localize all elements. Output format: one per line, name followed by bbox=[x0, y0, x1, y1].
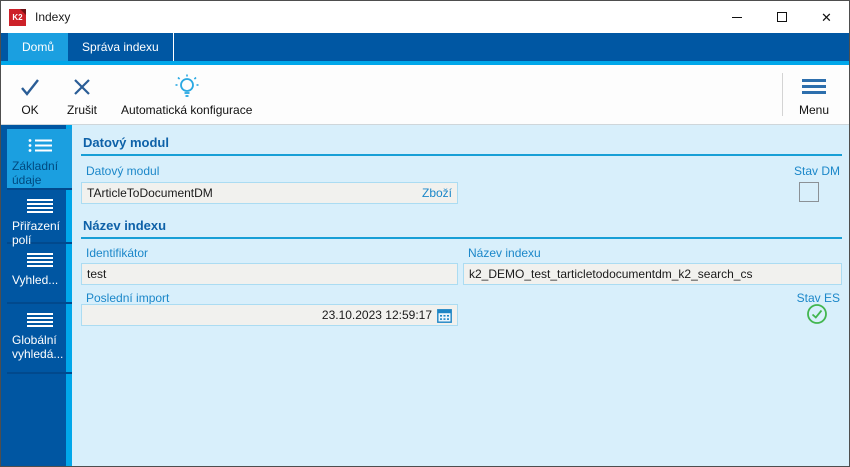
identifikator-value: test bbox=[87, 267, 107, 281]
sidebar-item-label: Přiřazení polí bbox=[12, 219, 61, 247]
toolbar: OK Zrušit Automatická konfigurace Menu bbox=[1, 65, 849, 125]
minimize-icon bbox=[731, 16, 742, 18]
sidebar-item-vyhledavani[interactable]: Vyhled... bbox=[7, 244, 72, 304]
datovy-modul-label: Datový modul bbox=[86, 164, 160, 178]
sidebar-item-label: Vyhled... bbox=[12, 273, 59, 287]
app-window: K2 Indexy ✕ Domů Správa indexu OK Zrušit bbox=[0, 0, 850, 467]
list-lines-icon bbox=[10, 199, 69, 213]
k2-logo-icon: K2 bbox=[9, 8, 26, 26]
list-lines-icon bbox=[10, 253, 69, 267]
tab-domu[interactable]: Domů bbox=[8, 33, 69, 61]
section-underline bbox=[81, 237, 842, 239]
stav-dm-label: Stav DM bbox=[793, 164, 840, 178]
bullet-list-icon bbox=[10, 138, 69, 153]
status-ok-icon bbox=[806, 303, 828, 325]
minimize-button[interactable] bbox=[714, 1, 759, 33]
maximize-icon bbox=[776, 12, 787, 22]
section-underline bbox=[81, 154, 842, 156]
hamburger-icon bbox=[801, 73, 826, 101]
auto-config-label: Automatická konfigurace bbox=[121, 102, 253, 117]
section-title-datovy-modul: Datový modul bbox=[83, 135, 169, 150]
cancel-button[interactable]: Zrušit bbox=[55, 65, 109, 124]
sidebar-item-globalni-vyhledavani[interactable]: Globální vyhledá... bbox=[7, 304, 72, 374]
sidebar: Základní údaje Přiřazení polí Vyhled... … bbox=[1, 125, 72, 466]
window-controls: ✕ bbox=[714, 1, 849, 33]
nazev-indexu-value: k2_DEMO_test_tarticletodocumentdm_k2_sea… bbox=[469, 267, 753, 281]
tab-sprava-indexu[interactable]: Správa indexu bbox=[68, 33, 174, 61]
ok-button[interactable]: OK bbox=[5, 65, 55, 124]
datovy-modul-value: TArticleToDocumentDM bbox=[87, 186, 213, 200]
identifikator-field[interactable]: test bbox=[81, 263, 458, 285]
sidebar-item-label: Základní údaje bbox=[12, 159, 59, 187]
stav-dm-checkbox[interactable] bbox=[799, 182, 819, 202]
nazev-indexu-label: Název indexu bbox=[468, 246, 541, 260]
list-lines-icon bbox=[10, 313, 69, 327]
nazev-indexu-field[interactable]: k2_DEMO_test_tarticletodocumentdm_k2_sea… bbox=[463, 263, 842, 285]
sidebar-item-prirazeni-poli[interactable]: Přiřazení polí bbox=[7, 190, 72, 247]
sidebar-item-label: Globální vyhledá... bbox=[12, 333, 64, 361]
section-title-nazev-indexu: Název indexu bbox=[83, 218, 167, 233]
form-content: Datový modul Datový modul TArticleToDocu… bbox=[72, 125, 849, 466]
posledni-import-field[interactable]: 23.10.2023 12:59:17 bbox=[81, 304, 458, 326]
titlebar: K2 Indexy ✕ bbox=[1, 1, 849, 33]
app-body: Základní údaje Přiřazení polí Vyhled... … bbox=[1, 125, 849, 466]
maximize-button[interactable] bbox=[759, 1, 804, 33]
posledni-import-label: Poslední import bbox=[86, 291, 170, 305]
check-icon bbox=[17, 73, 43, 101]
auto-config-button[interactable]: Automatická konfigurace bbox=[109, 65, 264, 124]
posledni-import-value: 23.10.2023 12:59:17 bbox=[321, 308, 432, 322]
cancel-x-icon bbox=[70, 73, 94, 101]
datovy-modul-link[interactable]: Zboží bbox=[422, 186, 452, 200]
calendar-icon[interactable] bbox=[437, 308, 452, 323]
close-button[interactable]: ✕ bbox=[804, 1, 849, 33]
sidebar-items: Základní údaje Přiřazení polí Vyhled... … bbox=[7, 129, 72, 374]
datovy-modul-field[interactable]: TArticleToDocumentDM Zboží bbox=[81, 182, 458, 204]
ok-label: OK bbox=[21, 102, 39, 117]
identifikator-label: Identifikátor bbox=[86, 246, 149, 260]
sidebar-item-zakladni-udaje[interactable]: Základní údaje bbox=[7, 129, 72, 190]
lightbulb-icon bbox=[173, 73, 201, 101]
cancel-label: Zrušit bbox=[67, 102, 97, 117]
menu-label: Menu bbox=[798, 102, 829, 117]
window-title: Indexy bbox=[35, 10, 71, 24]
menu-button[interactable]: Menu bbox=[783, 65, 845, 124]
close-icon: ✕ bbox=[821, 9, 832, 25]
ribbon-tabbar: Domů Správa indexu bbox=[1, 33, 849, 61]
